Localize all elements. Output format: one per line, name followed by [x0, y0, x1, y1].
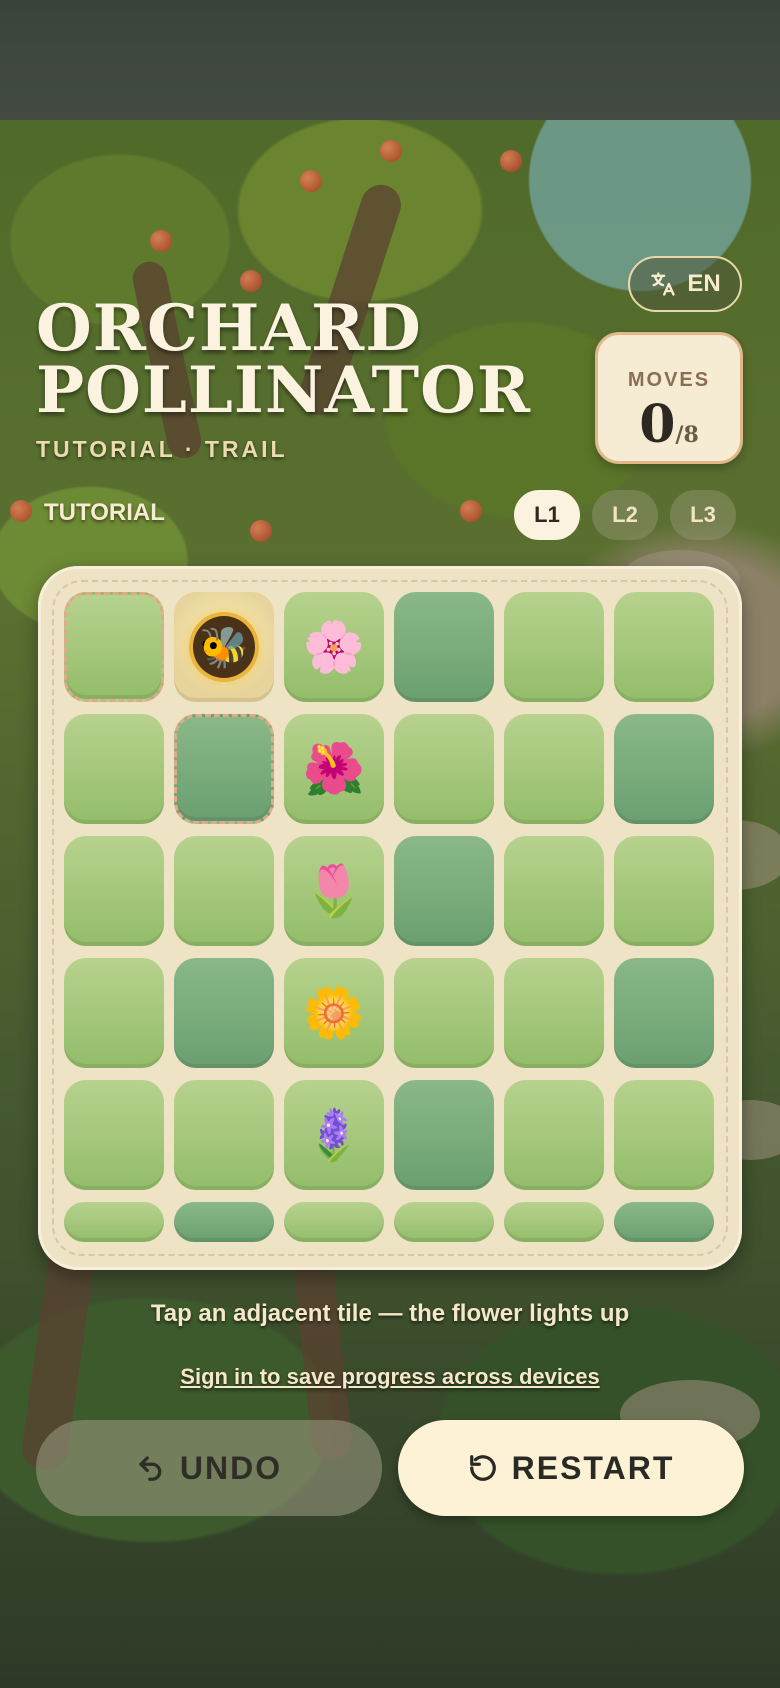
status-bar-area	[0, 0, 780, 120]
flower-daisy-icon: 🌼	[302, 984, 366, 1041]
tile-empty[interactable]	[174, 1080, 274, 1190]
tile-empty[interactable]	[614, 836, 714, 946]
moves-current: 0	[639, 394, 676, 455]
moves-counter: MOVES 0/8	[595, 332, 743, 464]
tile-empty[interactable]	[64, 1202, 164, 1242]
tile-empty[interactable]	[504, 1202, 604, 1242]
tile-empty[interactable]	[504, 592, 604, 702]
level-tab-2[interactable]: L2	[592, 490, 658, 540]
undo-label: UNDO	[179, 1449, 283, 1486]
tile-empty[interactable]	[174, 836, 274, 946]
tile-empty[interactable]	[394, 836, 494, 946]
flower-hyacinth-icon: 🪻	[302, 1106, 366, 1163]
undo-button[interactable]: UNDO	[36, 1420, 382, 1516]
game-title: ORCHARD POLLINATOR	[36, 291, 532, 428]
restart-label: RESTART	[511, 1449, 675, 1486]
flower-cherry-blossom-icon: 🌸	[302, 618, 366, 675]
moves-label: MOVES	[627, 369, 711, 391]
language-label: EN	[687, 270, 721, 297]
moves-total: /8	[675, 422, 699, 448]
tile-flower-tulip[interactable]: 🌷	[284, 836, 384, 946]
sign-in-link[interactable]: Sign in to save progress across devices	[0, 1364, 780, 1390]
tile-empty[interactable]	[394, 1202, 494, 1242]
tile-empty[interactable]	[64, 1080, 164, 1190]
tile-empty[interactable]	[504, 714, 604, 824]
flower-hibiscus-icon: 🌺	[302, 740, 366, 797]
restart-icon	[469, 1455, 496, 1481]
level-tab-1[interactable]: L1	[514, 490, 580, 540]
tile-empty[interactable]	[64, 836, 164, 946]
tile-bee[interactable]: 🐝	[174, 592, 274, 702]
language-toggle[interactable]: EN	[628, 256, 742, 312]
tile-path[interactable]	[64, 592, 164, 702]
bee-icon: 🐝	[193, 616, 255, 678]
level-tab-3[interactable]: L3	[670, 490, 736, 540]
tile-flower-hibiscus[interactable]: 🌺	[284, 714, 384, 824]
tile-empty[interactable]	[174, 1202, 274, 1242]
title-line-2: POLLINATOR	[36, 353, 532, 428]
tile-flower-hyacinth[interactable]: 🪻	[284, 1080, 384, 1190]
tile-flower-daisy[interactable]: 🌼	[284, 958, 384, 1068]
tile-empty[interactable]	[614, 958, 714, 1068]
title-line-1: ORCHARD	[36, 291, 422, 366]
tile-empty[interactable]	[614, 714, 714, 824]
tile-empty[interactable]	[614, 1202, 714, 1242]
mode-label: TUTORIAL	[44, 499, 165, 526]
game-board: 🐝 🌸 🌺 🌷 🌼 🪻	[38, 566, 742, 1270]
tile-empty[interactable]	[394, 714, 494, 824]
flower-tulip-icon: 🌷	[302, 862, 366, 919]
tile-path[interactable]	[174, 714, 274, 824]
translate-icon	[651, 272, 675, 296]
tile-empty[interactable]	[284, 1202, 384, 1242]
tile-empty[interactable]	[614, 592, 714, 702]
tile-empty[interactable]	[394, 592, 494, 702]
tile-empty[interactable]	[64, 958, 164, 1068]
hint-text: Tap an adjacent tile — the flower lights…	[150, 1300, 630, 1327]
tile-empty[interactable]	[64, 714, 164, 824]
tile-empty[interactable]	[394, 1080, 494, 1190]
restart-button[interactable]: RESTART	[398, 1420, 744, 1516]
tile-empty[interactable]	[174, 958, 274, 1068]
moves-value: 0/8	[598, 394, 740, 455]
tile-flower-cherry-blossom[interactable]: 🌸	[284, 592, 384, 702]
tile-empty[interactable]	[504, 1080, 604, 1190]
tile-empty[interactable]	[504, 958, 604, 1068]
tile-empty[interactable]	[614, 1080, 714, 1190]
game-subtitle: TUTORIAL · TRAIL	[36, 436, 288, 462]
tile-empty[interactable]	[394, 958, 494, 1068]
tile-empty[interactable]	[504, 836, 604, 946]
undo-icon	[139, 1456, 162, 1481]
